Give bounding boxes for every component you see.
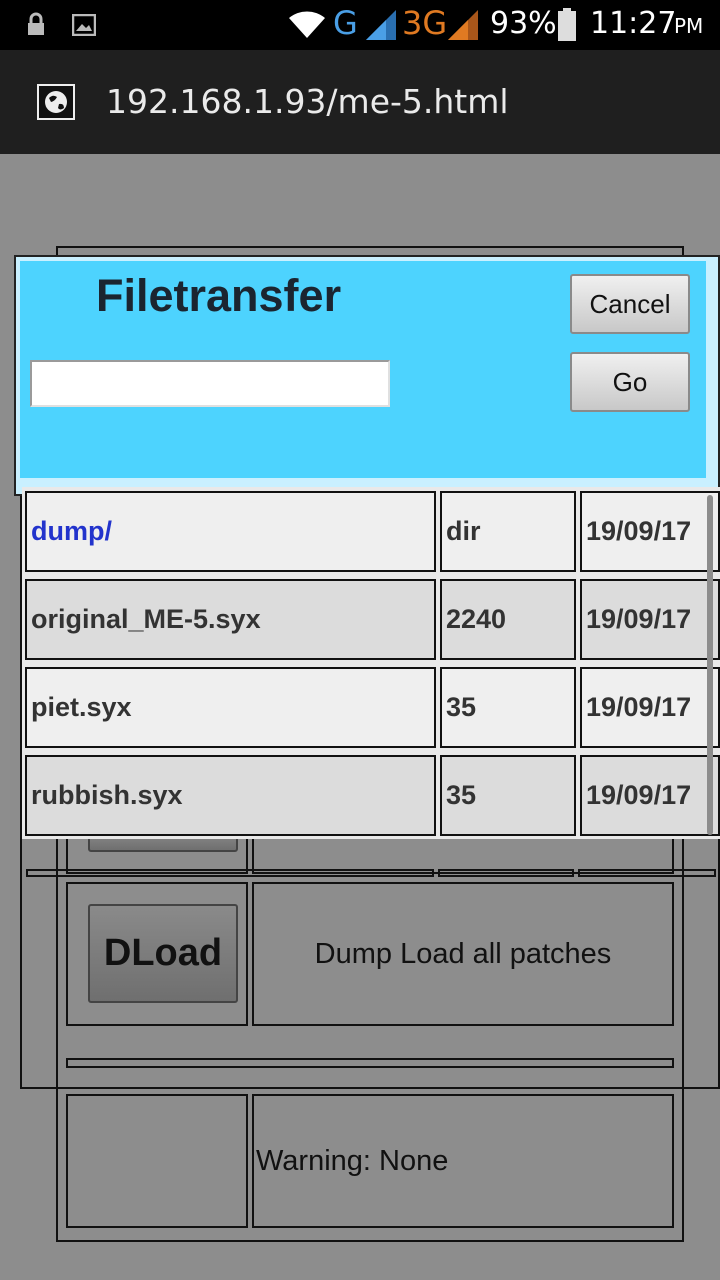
url-text[interactable]: 192.168.1.93/me-5.html [106,82,509,121]
clock-ampm: PM [674,14,704,38]
page-divider [26,869,434,877]
warning-left-cell [66,1094,248,1228]
file-name-cell[interactable]: piet.syx [25,667,436,748]
file-date-cell: 19/09/17 [580,755,720,836]
dload-button[interactable]: DLoad [88,904,238,1003]
file-list-scrollbar[interactable] [707,495,713,835]
file-name-cell[interactable]: dump/ [25,491,436,572]
warning-cell: Warning: None [252,1094,674,1228]
file-name-cell[interactable]: original_ME-5.syx [25,579,436,660]
wifi-icon [287,8,327,40]
dload-description: Dump Load all patches [314,937,612,970]
battery-percent: 93% [490,6,557,41]
file-size-cell: 2240 [440,579,576,660]
file-name-cell[interactable]: rubbish.syx [25,755,436,836]
file-date-cell: 19/09/17 [580,667,720,748]
globe-icon [37,84,75,120]
dialog-title: Filetransfer [96,270,342,321]
image-icon [71,13,97,37]
clock-time: 11:27 [590,6,677,41]
page-divider [578,869,716,877]
battery-icon [557,8,577,42]
signal-icon [364,8,398,40]
signal-icon [446,8,480,40]
lock-icon [27,12,45,36]
dir-link[interactable]: dump/ [31,516,112,547]
network-g-label: G [333,4,358,42]
dload-description-cell: Dump Load all patches [252,882,674,1026]
status-bar: G 3G 93% 11:27 PM [0,0,720,50]
file-date-cell: 19/09/17 [580,491,720,572]
warning-text: Warning: None [256,1144,449,1177]
page-divider [438,869,574,877]
cancel-button[interactable]: Cancel [570,274,690,334]
file-date-cell: 19/09/17 [580,579,720,660]
file-size-cell: 35 [440,667,576,748]
page-divider [66,1058,674,1068]
file-size-cell: dir [440,491,576,572]
network-3g-label: 3G [402,4,448,42]
go-button[interactable]: Go [570,352,690,412]
file-size-cell: 35 [440,755,576,836]
filename-input[interactable] [30,360,390,407]
